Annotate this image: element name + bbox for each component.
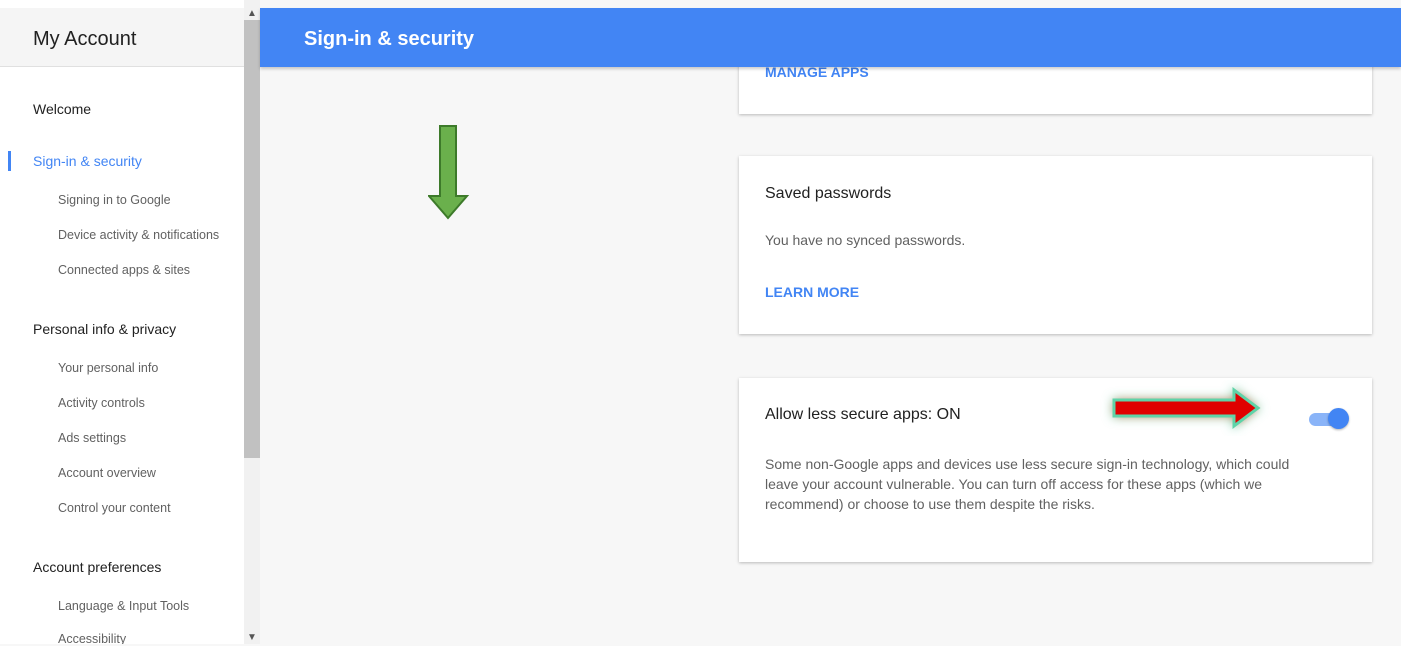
nav-item-personal-info[interactable]: Your personal info bbox=[58, 361, 158, 375]
learn-more-link[interactable]: LEARN MORE bbox=[765, 284, 859, 300]
page-title: Sign-in & security bbox=[304, 28, 475, 50]
nav-item-account-overview[interactable]: Account overview bbox=[58, 466, 156, 480]
nav-section-account-preferences[interactable]: Account preferences bbox=[33, 559, 161, 575]
active-nav-indicator bbox=[8, 151, 11, 171]
toggle-knob bbox=[1328, 408, 1349, 429]
less-secure-apps-toggle[interactable] bbox=[1309, 408, 1349, 430]
nav-item-device-activity[interactable]: Device activity & notifications bbox=[58, 228, 219, 242]
scroll-thumb[interactable] bbox=[244, 20, 260, 458]
red-right-arrow-icon bbox=[1112, 387, 1261, 429]
nav-section-welcome[interactable]: Welcome bbox=[33, 101, 91, 117]
nav-section-sign-in-security[interactable]: Sign-in & security bbox=[33, 153, 142, 169]
nav-item-language-input[interactable]: Language & Input Tools bbox=[58, 599, 189, 613]
nav-item-signing-in[interactable]: Signing in to Google bbox=[58, 193, 171, 207]
sidebar-scrollbar[interactable]: ▲ ▼ bbox=[244, 0, 260, 644]
nav-item-control-content[interactable]: Control your content bbox=[58, 501, 171, 515]
nav-item-accessibility[interactable]: Accessibility bbox=[58, 632, 126, 644]
green-down-arrow-icon bbox=[428, 125, 470, 220]
nav-item-ads-settings[interactable]: Ads settings bbox=[58, 431, 126, 445]
sidebar-header: My Account bbox=[0, 8, 244, 67]
sidebar-title: My Account bbox=[33, 28, 137, 50]
card-saved-passwords: Saved passwords You have no synced passw… bbox=[739, 156, 1372, 334]
top-app-bar: Sign-in & security bbox=[260, 8, 1401, 67]
less-secure-apps-title: Allow less secure apps: ON bbox=[765, 406, 961, 423]
nav-item-connected-apps[interactable]: Connected apps & sites bbox=[58, 263, 190, 277]
saved-passwords-text: You have no synced passwords. bbox=[765, 232, 966, 248]
less-secure-apps-description: Some non-Google apps and devices use les… bbox=[765, 456, 1290, 512]
saved-passwords-title: Saved passwords bbox=[765, 185, 892, 202]
sidebar: My Account Welcome Sign-in & security Si… bbox=[0, 0, 244, 644]
nav-item-activity-controls[interactable]: Activity controls bbox=[58, 396, 145, 410]
nav-section-personal-info[interactable]: Personal info & privacy bbox=[33, 321, 176, 337]
